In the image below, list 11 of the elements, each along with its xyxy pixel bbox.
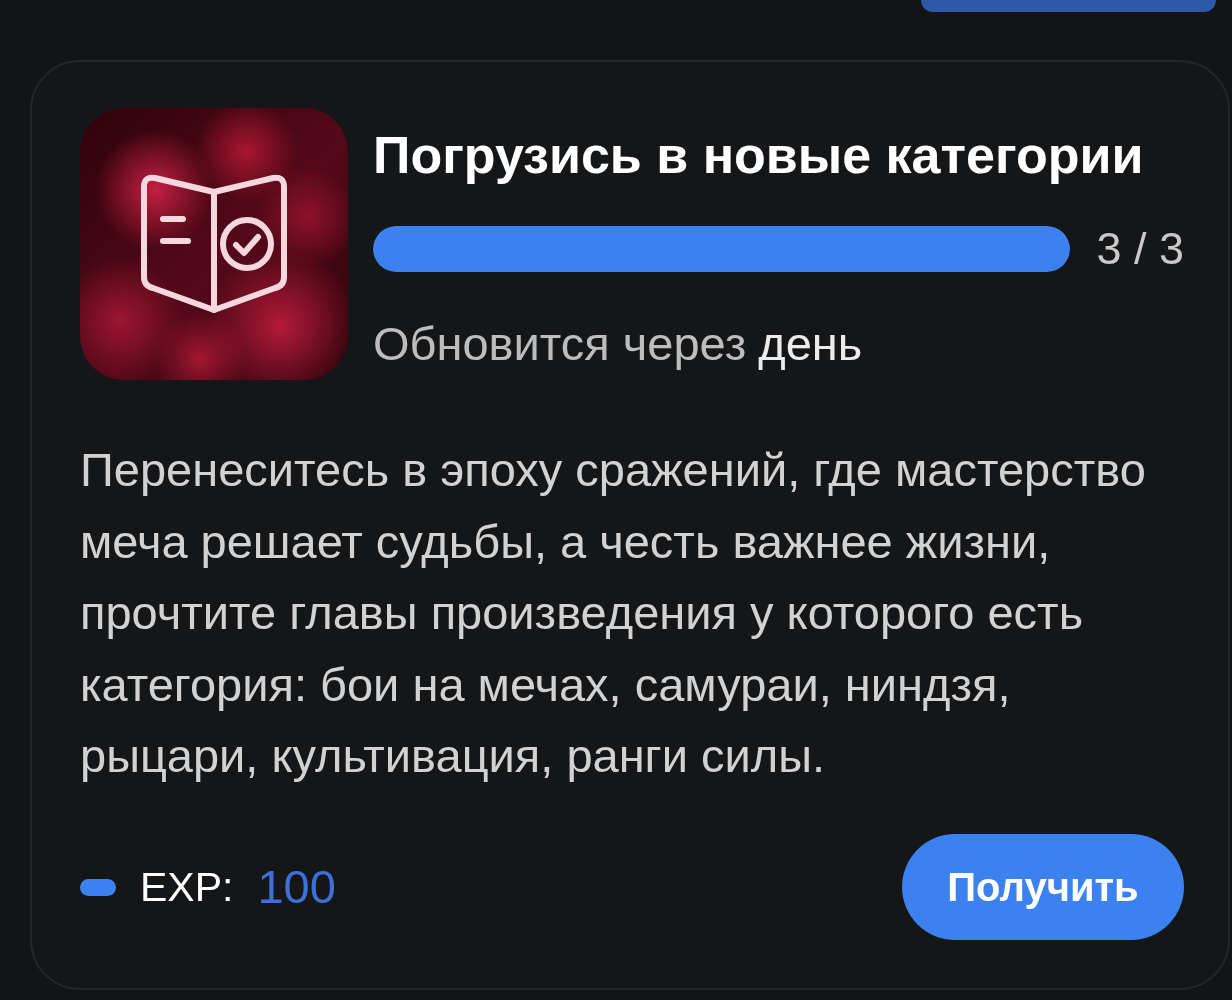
book-check-icon	[80, 108, 348, 380]
refresh-time: день	[758, 318, 863, 370]
exp-pill-icon	[80, 878, 116, 896]
exp-label: EXP:	[140, 863, 234, 911]
exp-value: 100	[257, 861, 336, 913]
button[interactable]	[921, 0, 1216, 12]
quest-title: Погрузись в новые категории	[373, 125, 1145, 185]
quest-description: Перенеситесь в эпоху сражений, где мастерство меча решает судьбы, а честь важнее жизни, прочтите главы произведения у которого есть категория: бои на мечах, самураи, ниндзя, рыцари, культивация, ранги силы.	[80, 442, 1147, 784]
refresh-label: Обновится через	[373, 318, 747, 370]
claim-button[interactable]: Получить	[902, 834, 1184, 940]
progress-count: 3 / 3	[1096, 224, 1184, 274]
